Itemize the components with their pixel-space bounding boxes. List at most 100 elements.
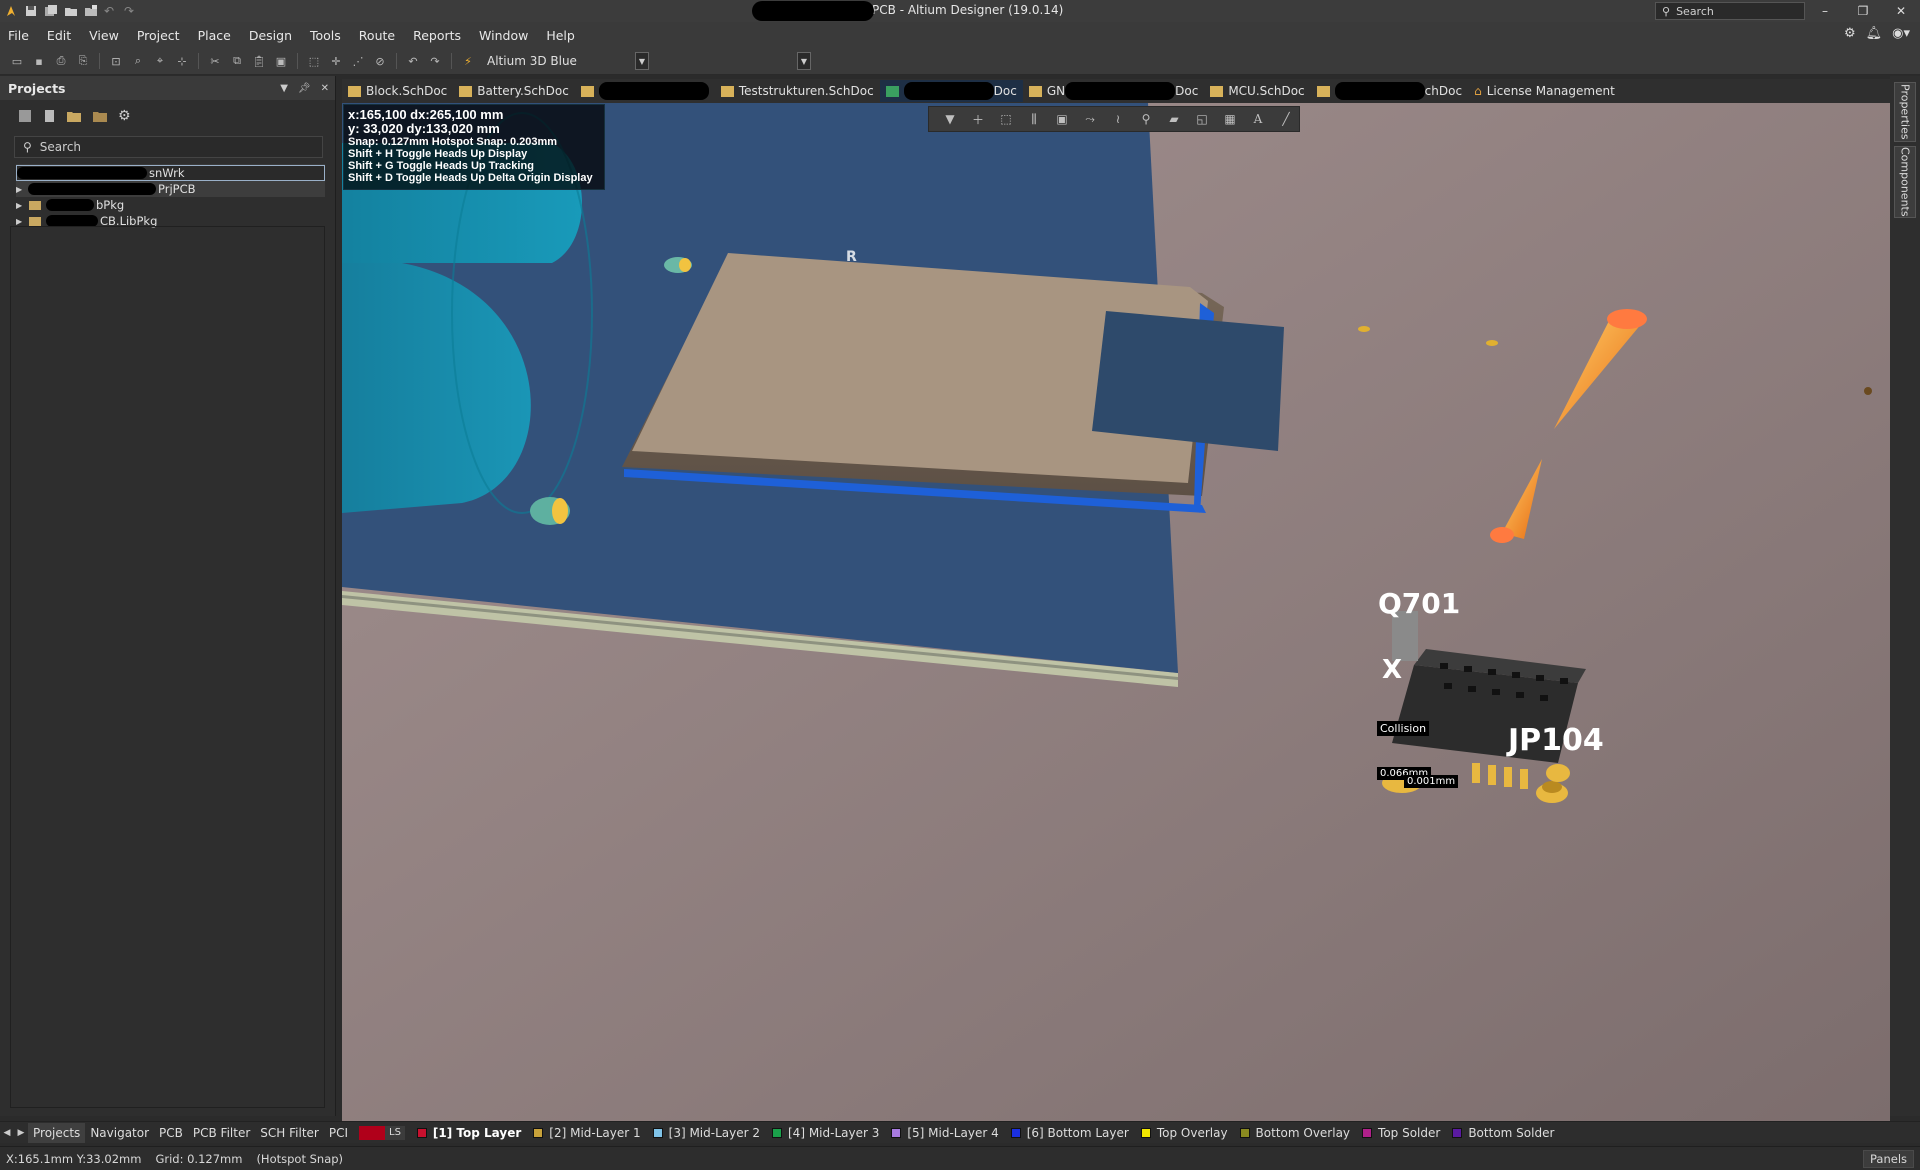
menu-window[interactable]: Window: [479, 28, 528, 43]
layer-tab-bottom-solder[interactable]: Bottom Solder: [1446, 1123, 1560, 1143]
menu-project[interactable]: Project: [137, 28, 180, 43]
place-line-icon[interactable]: ╱: [1275, 109, 1297, 129]
expand-arrow-icon[interactable]: ▶: [16, 201, 28, 210]
keepout-icon[interactable]: ▦: [1219, 109, 1241, 129]
layer-tab-top-overlay[interactable]: Top Overlay: [1135, 1123, 1234, 1143]
tab-battery-schdoc[interactable]: Battery.SchDoc: [453, 80, 575, 102]
tab-mcu-schdoc[interactable]: MCU.SchDoc: [1204, 80, 1310, 102]
tree-item-workspace[interactable]: snWrk: [16, 165, 325, 181]
layer-tab-mid-layer-2[interactable]: [3] Mid-Layer 2: [647, 1123, 766, 1143]
save-all-icon[interactable]: [44, 4, 58, 18]
pin-icon[interactable]: 📌︎: [298, 83, 311, 94]
redo-icon[interactable]: ↷: [124, 4, 138, 18]
panel-tab-pcb-filter[interactable]: PCB Filter: [188, 1123, 255, 1143]
paste-icon[interactable]: 📋︎: [250, 52, 268, 70]
menu-file[interactable]: File: [8, 28, 29, 43]
menu-help[interactable]: Help: [546, 28, 575, 43]
zoom-filtered-icon[interactable]: ⊹: [173, 52, 191, 70]
zoom-fit-icon[interactable]: ⊡: [107, 52, 125, 70]
layer-tab-bottom-layer[interactable]: [6] Bottom Layer: [1005, 1123, 1135, 1143]
panel-tab-projects[interactable]: Projects: [28, 1122, 86, 1143]
place-string-icon[interactable]: A: [1247, 109, 1269, 129]
select-area-icon[interactable]: ⬚: [305, 52, 323, 70]
panel-settings-gear-icon[interactable]: ⚙: [118, 108, 131, 124]
menu-place[interactable]: Place: [198, 28, 231, 43]
new-document-icon[interactable]: [42, 109, 56, 123]
clear-filter-icon[interactable]: ⊘: [371, 52, 389, 70]
panel-tab-sch-filter[interactable]: SCH Filter: [255, 1123, 324, 1143]
tree-item-pcb-project[interactable]: ▶ PrjPCB: [16, 181, 325, 197]
close-button[interactable]: ✕: [1882, 0, 1920, 22]
tab-teststrukturen-schdoc[interactable]: Teststrukturen.SchDoc: [715, 80, 880, 102]
print-preview-icon[interactable]: ⎘: [74, 52, 92, 70]
expand-arrow-icon[interactable]: ▶: [16, 185, 28, 194]
polygon-icon[interactable]: ◱: [1191, 109, 1213, 129]
menu-view[interactable]: View: [89, 28, 119, 43]
route-icon[interactable]: ⤳: [1079, 109, 1101, 129]
user-account-icon[interactable]: ◉▾: [1892, 26, 1910, 41]
layer-tab-mid-layer-4[interactable]: [5] Mid-Layer 4: [885, 1123, 1004, 1143]
undo-icon[interactable]: ↶: [104, 4, 118, 18]
global-search-box[interactable]: ⚲ Search: [1655, 2, 1805, 20]
properties-panel-tab[interactable]: Properties: [1894, 82, 1916, 142]
minimize-button[interactable]: –: [1806, 0, 1844, 22]
layer-tab-top-solder[interactable]: Top Solder: [1356, 1123, 1446, 1143]
pcb-3d-viewport[interactable]: Q701 JP104 X R Collision 0.066mm 0.001mm: [342, 103, 1890, 1121]
panel-close-icon[interactable]: ✕: [321, 83, 329, 94]
rubber-stamp-icon[interactable]: ▣: [272, 52, 290, 70]
layer-tab-mid-layer-3[interactable]: [4] Mid-Layer 3: [766, 1123, 885, 1143]
layer-tab-top-layer[interactable]: [1] Top Layer: [411, 1123, 527, 1143]
tab-redacted-2-schdoc[interactable]: chDoc: [1311, 80, 1468, 102]
tab-pcbdoc-active[interactable]: Doc: [879, 80, 1023, 102]
menu-tools[interactable]: Tools: [310, 28, 341, 43]
redo-icon[interactable]: ↷: [426, 52, 444, 70]
place-component-icon[interactable]: ▣: [1051, 109, 1073, 129]
open-folder-icon[interactable]: [64, 4, 78, 18]
tab-redacted-schdoc[interactable]: [575, 80, 715, 102]
scroll-left-arrow-icon[interactable]: ◀: [0, 1125, 14, 1141]
differential-pair-icon[interactable]: ≀: [1107, 109, 1129, 129]
panel-tab-pcb[interactable]: PCB: [154, 1123, 188, 1143]
open-project-icon[interactable]: [84, 4, 98, 18]
fill-icon[interactable]: ▰: [1163, 109, 1185, 129]
menu-reports[interactable]: Reports: [413, 28, 461, 43]
panels-button[interactable]: Panels: [1862, 1150, 1914, 1168]
tab-block-schdoc[interactable]: Block.SchDoc: [342, 80, 453, 102]
components-panel-tab[interactable]: Components: [1894, 146, 1916, 218]
open-project-folder-icon[interactable]: [66, 109, 82, 123]
tree-item-lib-package[interactable]: ▶ bPkg: [16, 197, 325, 213]
layer-set-selector[interactable]: LS: [359, 1125, 405, 1141]
save-icon[interactable]: [24, 4, 38, 18]
save-icon[interactable]: ▪: [30, 52, 48, 70]
save-project-icon[interactable]: [18, 109, 32, 123]
zoom-area-icon[interactable]: ⌕: [129, 52, 147, 70]
tab-gn-schdoc[interactable]: GN Doc: [1023, 80, 1204, 102]
menu-design[interactable]: Design: [249, 28, 292, 43]
undo-icon[interactable]: ↶: [404, 52, 422, 70]
projects-search-input[interactable]: ⚲ Search: [14, 136, 323, 158]
restore-button[interactable]: ❐: [1844, 0, 1882, 22]
notifications-bell-icon[interactable]: 🔔︎: [1866, 26, 1883, 41]
print-icon[interactable]: ⎙: [52, 52, 70, 70]
view-configuration-select[interactable]: Altium 3D Blue: [481, 51, 631, 71]
expand-arrow-icon[interactable]: ▶: [16, 217, 28, 226]
panel-tab-navigator[interactable]: Navigator: [85, 1123, 154, 1143]
cut-icon[interactable]: ✂: [206, 52, 224, 70]
interactive-routing-icon[interactable]: ⚡: [459, 52, 477, 70]
view-config-dropdown-arrow[interactable]: ▼: [635, 52, 649, 70]
menu-route[interactable]: Route: [359, 28, 395, 43]
scroll-right-arrow-icon[interactable]: ▶: [14, 1125, 28, 1141]
deselect-icon[interactable]: ⋰: [349, 52, 367, 70]
panel-menu-icon[interactable]: ▼: [280, 83, 288, 94]
zoom-selected-icon[interactable]: ⌖: [151, 52, 169, 70]
panel-tab-pci[interactable]: PCI: [324, 1123, 353, 1143]
toolbar-overflow-dropdown[interactable]: ▼: [797, 52, 811, 70]
layer-tab-bottom-overlay[interactable]: Bottom Overlay: [1234, 1123, 1356, 1143]
place-via-icon[interactable]: ⚲: [1135, 109, 1157, 129]
layer-tab-mid-layer-1[interactable]: [2] Mid-Layer 1: [527, 1123, 646, 1143]
copy-icon[interactable]: ⧉: [228, 52, 246, 70]
place-cross-icon[interactable]: ＋: [967, 109, 989, 129]
align-icon[interactable]: ⫼: [1023, 109, 1045, 129]
menu-edit[interactable]: Edit: [47, 28, 71, 43]
tree-item-pcb-lib-package[interactable]: ▶ CB.LibPkg: [16, 213, 325, 229]
